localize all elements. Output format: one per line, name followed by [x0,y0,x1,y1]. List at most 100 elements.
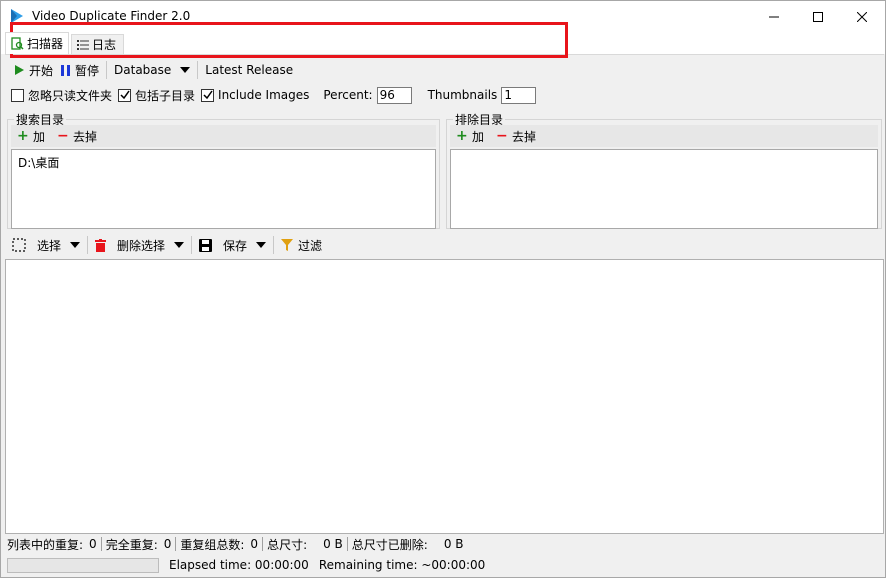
total-size-value: 0 B [323,537,343,551]
include-subdirs-label: 包括子目录 [135,88,196,103]
include-images-option[interactable]: Include Images [201,88,309,102]
select-label: 选择 [37,238,62,253]
tab-strip: 扫描器 日志 [1,32,885,54]
minimize-icon [769,16,779,17]
exclude-directories-group: 排除目录 + 加 − 去掉 [446,111,882,229]
save-icon [199,238,213,252]
ignore-readonly-label: 忽略只读文件夹 [28,88,113,103]
include-images-checkbox[interactable] [201,88,215,102]
delete-selection-button[interactable]: 删除选择 [90,234,189,256]
pause-icon [61,64,71,76]
database-label: Database [114,63,172,77]
toolbar-divider [273,236,275,254]
ignore-readonly-option[interactable]: 忽略只读文件夹 [11,87,112,104]
filter-button[interactable]: 过滤 [276,234,327,256]
total-size-removed-stat: 总尺寸已删除: 0 B [348,536,468,553]
remove-label: 去掉 [73,129,98,144]
percent-input[interactable] [376,86,412,104]
select-menu-button[interactable]: 选择 [7,234,85,256]
progress-row: Elapsed time: 00:00:00 Remaining time: ~… [5,555,884,575]
trash-icon [95,238,107,252]
pause-label: 暂停 [75,63,100,78]
toolbar-divider [197,61,199,79]
dupes-in-list-value: 0 [89,537,97,551]
total-size-stat: 总尺寸: 0 B [263,536,347,553]
tab-scanner-label: 扫描器 [27,37,64,51]
maximize-button[interactable] [795,1,841,32]
checkmark-icon [203,90,213,100]
include-subdirs-checkbox[interactable] [118,88,132,102]
plus-icon: + [456,128,468,144]
dupes-in-list-label: 列表中的重复: [7,537,84,552]
start-button[interactable]: 开始 [11,60,57,80]
close-icon [857,11,867,22]
results-toolbar: 选择 删除选择 保存 过滤 [7,234,327,256]
filter-label: 过滤 [298,238,323,253]
checkmark-icon [119,90,130,100]
list-item[interactable]: D:\桌面 [18,154,429,171]
chevron-down-icon [174,242,185,248]
thumbnails-input[interactable] [501,86,537,104]
maximize-icon [813,11,823,22]
remove-label: 去掉 [512,129,537,144]
plus-icon: + [17,128,29,144]
dupes-in-list-stat: 列表中的重复: 0 [5,536,101,553]
add-search-dir-button[interactable]: + 加 [11,128,51,145]
remove-exclude-dir-button[interactable]: − 去掉 [490,128,542,145]
minus-icon: − [57,128,69,144]
minimize-button[interactable] [751,1,797,32]
dupe-groups-label: 重复组总数: [180,537,245,552]
include-images-label: Include Images [218,88,310,102]
add-label: 加 [472,129,485,144]
tab-log[interactable]: 日志 [71,34,124,54]
selection-icon [12,238,26,252]
filter-icon [281,239,294,251]
tab-scanner[interactable]: 扫描器 [5,32,69,54]
delete-selection-label: 删除选择 [117,238,166,253]
results-list[interactable] [5,259,884,534]
toolbar-divider [87,236,89,254]
remaining-time: Remaining time: ~00:00:00 [318,558,486,572]
percent-label: Percent: [323,88,373,102]
play-icon [15,65,24,75]
elapsed-time: Elapsed time: 00:00:00 [169,558,309,572]
include-subdirs-option[interactable]: 包括子目录 [118,87,195,104]
search-directories-group: 搜索目录 + 加 − 去掉 D:\桌面 [7,111,440,229]
ignore-readonly-checkbox[interactable] [11,88,24,102]
pause-button[interactable]: 暂停 [57,60,103,80]
search-directories-list[interactable]: D:\桌面 [11,149,436,229]
percent-option: Percent: [323,86,412,104]
app-logo-icon [11,9,23,23]
scanner-icon [11,37,24,50]
start-label: 开始 [29,63,54,78]
chevron-down-icon [70,242,81,248]
window-title: Video Duplicate Finder 2.0 [32,9,191,23]
list-icon [77,40,89,50]
progress-bar [7,557,159,573]
database-menu-button[interactable]: Database [110,60,194,80]
remove-search-dir-button[interactable]: − 去掉 [51,128,103,145]
thumbnails-label: Thumbnails [427,88,498,102]
main-toolbar: 开始 暂停 Database Latest Release [11,60,297,80]
close-button[interactable] [839,1,885,32]
toolbar-divider [191,236,193,254]
toolbar-divider [106,61,108,79]
latest-release-label: Latest Release [205,63,294,77]
scanner-panel: 开始 暂停 Database Latest Release 忽略只读文件夹 包括… [5,54,884,534]
status-bar: 列表中的重复: 0 完全重复: 0 重复组总数: 0 总尺寸: 0 B 总尺寸已… [5,535,884,553]
scan-options: 忽略只读文件夹 包括子目录 Include Images Percent: Th… [11,85,542,105]
add-exclude-dir-button[interactable]: + 加 [450,128,490,145]
exclude-directories-list[interactable] [450,149,878,229]
title-bar: Video Duplicate Finder 2.0 [1,1,885,32]
save-label: 保存 [223,238,248,253]
search-directories-toolbar: + 加 − 去掉 [11,125,436,147]
chevron-down-icon [256,242,267,248]
save-menu-button[interactable]: 保存 [194,234,271,256]
dupe-groups-stat: 重复组总数: 0 [176,536,262,553]
chevron-down-icon [180,67,191,73]
minus-icon: − [496,128,508,144]
full-dupes-label: 完全重复: [105,537,158,552]
latest-release-button[interactable]: Latest Release [201,60,297,80]
total-size-removed-value: 0 B [443,537,464,551]
total-size-removed-label: 总尺寸已删除: [351,537,428,552]
